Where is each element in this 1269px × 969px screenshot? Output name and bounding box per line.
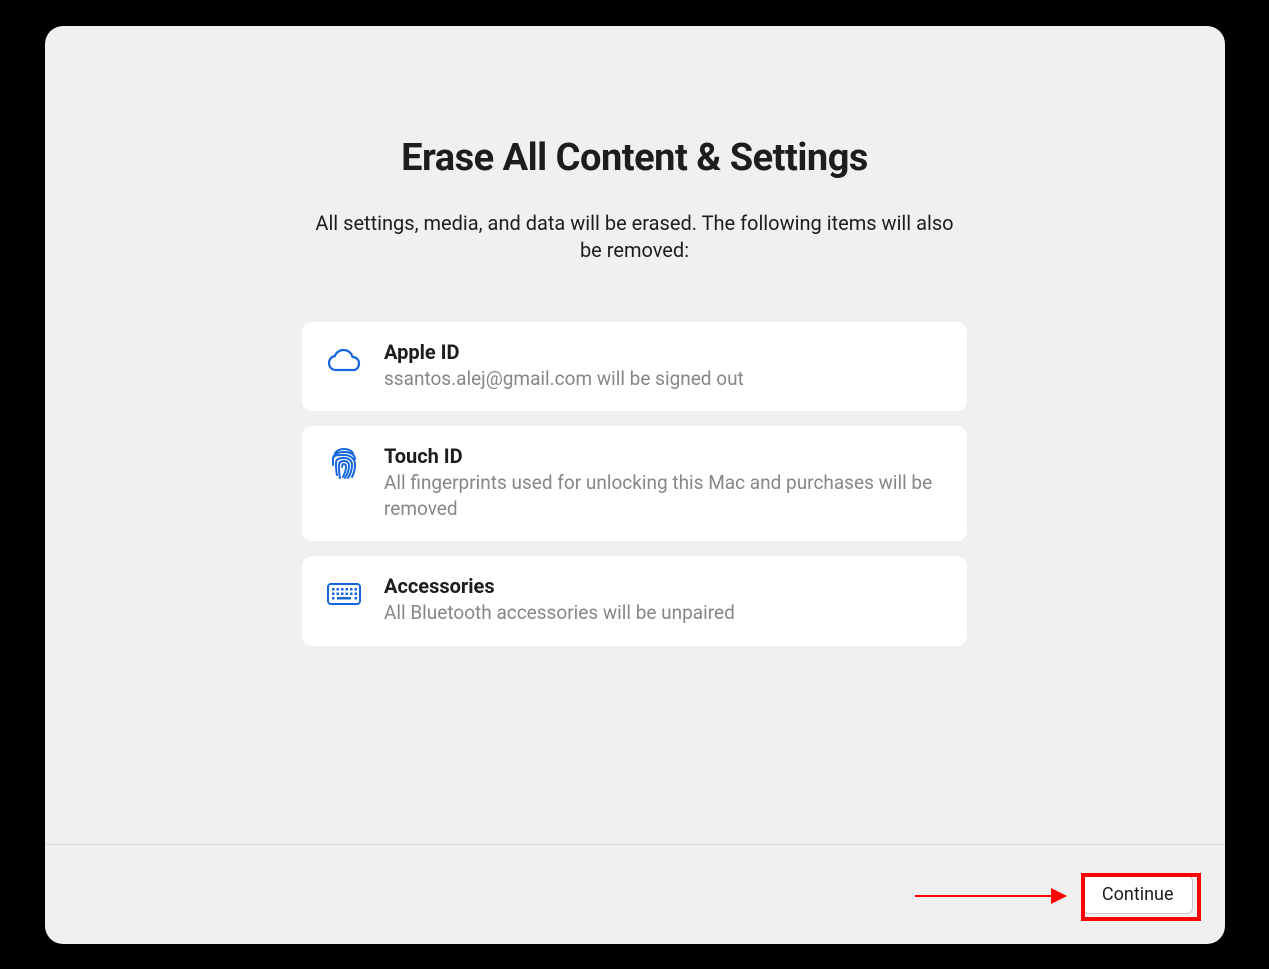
item-description: All Bluetooth accessories will be unpair… bbox=[384, 600, 943, 626]
item-title: Apple ID bbox=[384, 340, 943, 364]
erase-assistant-window: Erase All Content & Settings All setting… bbox=[45, 26, 1225, 944]
items-list: Apple ID ssantos.alej@gmail.com will be … bbox=[302, 322, 967, 647]
cloud-icon bbox=[326, 342, 362, 378]
page-title: Erase All Content & Settings bbox=[401, 136, 868, 180]
item-accessories: Accessories All Bluetooth accessories wi… bbox=[302, 556, 967, 646]
item-description: ssantos.alej@gmail.com will be signed ou… bbox=[384, 366, 943, 392]
continue-button[interactable]: Continue bbox=[1083, 875, 1193, 914]
fingerprint-icon bbox=[326, 446, 362, 482]
footer: Continue bbox=[45, 844, 1225, 944]
item-title: Accessories bbox=[384, 574, 943, 598]
item-text: Apple ID ssantos.alej@gmail.com will be … bbox=[384, 340, 943, 392]
item-title: Touch ID bbox=[384, 444, 943, 468]
item-touch-id: Touch ID All fingerprints used for unloc… bbox=[302, 426, 967, 541]
item-text: Accessories All Bluetooth accessories wi… bbox=[384, 574, 943, 626]
item-description: All fingerprints used for unlocking this… bbox=[384, 470, 943, 521]
page-subtitle: All settings, media, and data will be er… bbox=[305, 210, 965, 264]
main-content: Erase All Content & Settings All setting… bbox=[45, 26, 1225, 844]
annotation-arrow bbox=[915, 895, 1065, 897]
keyboard-icon bbox=[326, 576, 362, 612]
item-apple-id: Apple ID ssantos.alej@gmail.com will be … bbox=[302, 322, 967, 412]
item-text: Touch ID All fingerprints used for unloc… bbox=[384, 444, 943, 521]
